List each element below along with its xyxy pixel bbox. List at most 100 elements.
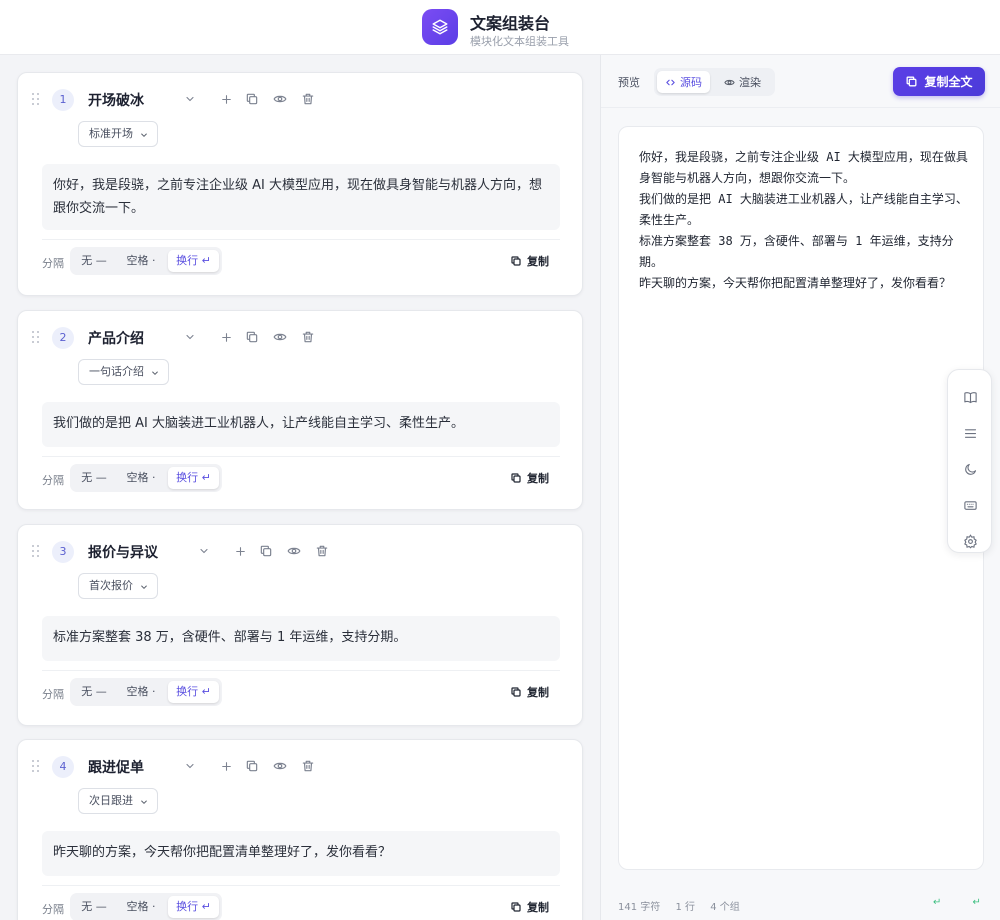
eye-icon[interactable] <box>271 90 289 108</box>
duplicate-icon[interactable] <box>243 90 261 108</box>
view-source-tab[interactable]: 源码 <box>657 71 710 93</box>
separator-option-newline[interactable]: 换行 ↵ <box>168 467 219 489</box>
app-header: 文案组装台 模块化文本组装工具 <box>0 0 1000 55</box>
separator-option-newline[interactable]: 换行 ↵ <box>168 896 219 918</box>
preview-line: 标准方案整套 38 万，含硬件、部署与 1 年运维，支持分期。 <box>639 234 954 269</box>
settings-icon[interactable] <box>962 533 978 549</box>
separator-label: 分隔 <box>42 257 64 270</box>
block-text[interactable]: 你好，我是段骁，之前专注企业级 AI 大模型应用，现在做具身智能与机器人方向，想… <box>42 164 560 230</box>
block-title: 跟进促单 <box>88 760 144 776</box>
trash-icon[interactable] <box>313 542 331 560</box>
separator-option-none[interactable]: 无 — <box>73 896 115 918</box>
app-title: 文案组装台 <box>470 14 551 33</box>
block-card: 1 开场破冰 标准开场 你好，我是段骁，之前专注企业级 AI 大模型应用，现在做… <box>17 72 583 296</box>
variant-select[interactable]: 一句话介绍 <box>78 359 169 385</box>
chevron-down-icon <box>141 800 147 805</box>
preview-toolbar: 预览 源码 渲染 复制全文 <box>601 55 1000 108</box>
trash-icon[interactable] <box>299 90 317 108</box>
collapse-chevron-icon[interactable] <box>181 90 199 108</box>
status-bar: 141 字符 1 行 4 个组 <box>618 898 752 913</box>
separator-option-none[interactable]: 无 — <box>73 467 115 489</box>
status-lines: 1 行 <box>675 902 695 913</box>
duplicate-icon[interactable] <box>243 328 261 346</box>
block-card: 3 报价与异议 首次报价 标准方案整套 38 万，含硬件、部署与 1 年运维，支… <box>17 524 583 726</box>
collapse-chevron-icon[interactable] <box>181 328 199 346</box>
view-render-tab[interactable]: 渲染 <box>716 71 769 93</box>
separator-selector: 无 — 空格 · 换行 ↵ <box>70 678 222 706</box>
drag-handle-icon[interactable] <box>32 760 40 772</box>
trash-icon[interactable] <box>299 757 317 775</box>
side-toolbar <box>947 369 992 553</box>
add-block-icon[interactable] <box>231 542 249 560</box>
variant-select[interactable]: 次日跟进 <box>78 788 158 814</box>
separator-option-space[interactable]: 空格 · <box>118 250 164 272</box>
eye-icon[interactable] <box>271 757 289 775</box>
separator-option-none[interactable]: 无 — <box>73 250 115 272</box>
status-groups: 4 个组 <box>710 902 740 913</box>
chevron-down-icon <box>152 371 158 376</box>
block-text[interactable]: 我们做的是把 AI 大脑装进工业机器人，让产线能自主学习、柔性生产。 <box>42 402 560 447</box>
separator-option-space[interactable]: 空格 · <box>118 467 164 489</box>
copy-block-button[interactable]: 复制 <box>510 251 549 271</box>
preview-line: 你好，我是段骁，之前专注企业级 AI 大模型应用，现在做具身智能与机器人方向，想… <box>639 150 968 185</box>
newline-indicators: ↵ ↵ ↵ <box>933 897 1000 908</box>
chevron-down-icon <box>141 133 147 138</box>
list-icon[interactable] <box>962 425 978 441</box>
layers-logo-icon <box>422 9 458 45</box>
separator-option-space[interactable]: 空格 · <box>118 681 164 703</box>
divider <box>42 456 560 457</box>
preview-pane: 预览 源码 渲染 复制全文 你好，我是段骁，之前专注企业级 AI 大模型应用，现… <box>600 55 1000 920</box>
block-title: 开场破冰 <box>88 93 144 109</box>
copy-icon <box>511 256 521 266</box>
drag-handle-icon[interactable] <box>32 93 40 105</box>
block-text[interactable]: 昨天聊的方案，今天帮你把配置清单整理好了，发你看看？ <box>42 831 560 876</box>
block-title: 产品介绍 <box>88 331 144 347</box>
moon-icon[interactable] <box>962 461 978 477</box>
drag-handle-icon[interactable] <box>32 545 40 557</box>
copy-block-button[interactable]: 复制 <box>510 682 549 702</box>
trash-icon[interactable] <box>299 328 317 346</box>
copy-icon <box>511 902 521 912</box>
preview-output[interactable]: 你好，我是段骁，之前专注企业级 AI 大模型应用，现在做具身智能与机器人方向，想… <box>618 126 984 870</box>
book-icon[interactable] <box>962 389 978 405</box>
separator-label: 分隔 <box>42 474 64 487</box>
chevron-down-icon <box>141 585 147 590</box>
duplicate-icon[interactable] <box>243 757 261 775</box>
code-icon <box>666 79 675 85</box>
separator-option-newline[interactable]: 换行 ↵ <box>168 250 219 272</box>
eye-icon <box>724 79 735 85</box>
divider <box>42 670 560 671</box>
eye-icon[interactable] <box>285 542 303 560</box>
divider <box>42 885 560 886</box>
collapse-chevron-icon[interactable] <box>181 757 199 775</box>
add-block-icon[interactable] <box>217 328 235 346</box>
variant-select[interactable]: 首次报价 <box>78 573 158 599</box>
status-chars: 141 字符 <box>618 902 661 913</box>
variant-select[interactable]: 标准开场 <box>78 121 158 147</box>
add-block-icon[interactable] <box>217 757 235 775</box>
separator-label: 分隔 <box>42 688 64 701</box>
keyboard-icon[interactable] <box>962 497 978 513</box>
preview-line: 昨天聊的方案，今天帮你把配置清单整理好了，发你看看？ <box>639 276 952 290</box>
copy-block-button[interactable]: 复制 <box>510 468 549 488</box>
copy-block-button[interactable]: 复制 <box>510 897 549 917</box>
divider <box>42 239 560 240</box>
drag-handle-icon[interactable] <box>32 331 40 343</box>
view-mode-toggle: 源码 渲染 <box>654 68 775 96</box>
add-block-icon[interactable] <box>217 90 235 108</box>
separator-option-space[interactable]: 空格 · <box>118 896 164 918</box>
copy-all-button[interactable]: 复制全文 <box>893 67 985 96</box>
copy-icon <box>511 687 521 697</box>
separator-label: 分隔 <box>42 903 64 916</box>
separator-option-none[interactable]: 无 — <box>73 681 115 703</box>
duplicate-icon[interactable] <box>257 542 275 560</box>
copy-icon <box>907 76 917 87</box>
block-index-badge: 2 <box>52 327 74 349</box>
block-text[interactable]: 标准方案整套 38 万，含硬件、部署与 1 年运维，支持分期。 <box>42 616 560 661</box>
eye-icon[interactable] <box>271 328 289 346</box>
separator-option-newline[interactable]: 换行 ↵ <box>168 681 219 703</box>
separator-selector: 无 — 空格 · 换行 ↵ <box>70 464 222 492</box>
collapse-chevron-icon[interactable] <box>195 542 213 560</box>
separator-selector: 无 — 空格 · 换行 ↵ <box>70 893 222 920</box>
separator-selector: 无 — 空格 · 换行 ↵ <box>70 247 222 275</box>
